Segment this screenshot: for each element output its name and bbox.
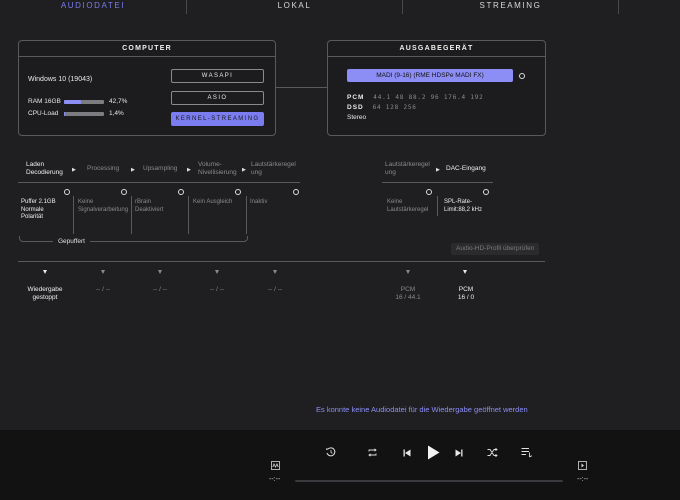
device-volume-radio-icon[interactable] (426, 189, 432, 195)
tab-divider (618, 0, 619, 14)
tab-lokal[interactable]: LOKAL (187, 0, 402, 14)
time-elapsed: --:-- (269, 476, 281, 483)
asio-button[interactable]: ASIO (171, 91, 264, 105)
channel-mode: Stereo (347, 114, 367, 121)
stage-marker-icon (215, 270, 219, 274)
device-volume-status: PCM 16 / 44.1 (395, 286, 421, 301)
computer-panel-title: COMPUTER (19, 41, 275, 57)
tab-streaming[interactable]: STREAMING (403, 0, 618, 14)
seek-bar[interactable] (295, 480, 563, 482)
ram-label: RAM 16GB (28, 98, 61, 105)
output-device-title: AUSGABEGERÄT (328, 41, 545, 57)
stage-marker-icon (158, 270, 162, 274)
computer-panel: COMPUTER Windows 10 (19043) RAM 16GB 42,… (18, 40, 276, 136)
os-version: Windows 10 (19043) (28, 76, 93, 83)
cpu-bar (64, 112, 104, 116)
stage-upsampling: Upsampling (143, 165, 178, 172)
volume-control-info: Inaktiv (250, 199, 268, 205)
arrow-right-icon: ▶ (72, 167, 76, 173)
dac-input-radio-icon[interactable] (483, 189, 489, 195)
volume-levelling-radio-icon[interactable] (235, 189, 241, 195)
pcm-rates: 44.1 48 88.2 96 176.4 192 (373, 94, 484, 101)
cpu-label: CPU-Load (28, 110, 59, 117)
status-divider (18, 261, 545, 262)
stage-marker-icon (406, 270, 410, 274)
decoding-radio-icon[interactable] (64, 189, 70, 195)
volume-control-radio-icon[interactable] (293, 189, 299, 195)
error-message: Es konnte keine Audiodatei für die Wiede… (316, 405, 528, 414)
pcm-rates-row: PCM 44.1 48 88.2 96 176.4 192 (347, 94, 484, 101)
shuffle-icon[interactable] (487, 447, 498, 459)
volume-levelling-status: -- / -- (209, 286, 225, 293)
dsd-rates-row: DSD 64 128 256 (347, 104, 417, 111)
output-device-select[interactable]: MADI (9-16) (RME HDSPe MADI FX) (347, 69, 513, 82)
dsd-label: DSD (347, 104, 364, 111)
dac-input-status: PCM 16 / 0 (457, 286, 475, 301)
processing-radio-icon[interactable] (121, 189, 127, 195)
pcm-label: PCM (347, 94, 365, 101)
stage-marker-icon (101, 270, 105, 274)
output-device-panel: AUSGABEGERÄT MADI (9-16) (RME HDSPe MADI… (327, 40, 546, 136)
dac-input-info: SPL-Rate- Limit:88,2 kHz (444, 199, 483, 213)
play-icon[interactable] (427, 445, 440, 462)
buffer-label: Gepuffert (53, 238, 90, 245)
wasapi-button[interactable]: WASAPI (171, 69, 264, 83)
stage-volume-control: Lautstärkeregel ung (251, 161, 296, 176)
volume-levelling-info: Kein Ausgleich (193, 199, 233, 205)
replay-icon[interactable] (325, 446, 337, 460)
repeat-icon[interactable] (367, 448, 378, 459)
arrow-right-icon: ▶ (187, 167, 191, 173)
device-stage-volume-control: Lautstärkeregel ung (385, 161, 430, 176)
cpu-bar-fill (64, 112, 65, 116)
column-divider (131, 196, 132, 234)
upsampling-radio-icon[interactable] (178, 189, 184, 195)
next-icon[interactable] (455, 449, 463, 459)
processing-status: -- / -- (95, 286, 111, 293)
column-divider (437, 196, 438, 216)
kernel-streaming-button[interactable]: KERNEL-STREAMING (171, 112, 264, 126)
upsampling-info: rBrain Deaktiviert (135, 199, 164, 213)
pipeline-divider (382, 182, 493, 183)
processing-info: Keine Signalverarbeitung (78, 199, 129, 213)
arrow-right-icon: ▶ (131, 167, 135, 173)
time-remaining: --:-- (577, 476, 589, 483)
volume-control-status: -- / -- (267, 286, 283, 293)
dsd-rates: 64 128 256 (372, 104, 417, 111)
stage-marker-icon (273, 270, 277, 274)
queue-icon[interactable] (521, 447, 533, 460)
column-divider (246, 196, 247, 234)
playback-status: Wiedergabe gestoppt (27, 286, 63, 301)
stage-marker-icon (463, 270, 467, 274)
stage-decoding: Laden Decodierung (26, 161, 63, 176)
check-audio-hd-profile-button[interactable]: Audio-HD-Profil überprüfen (451, 243, 540, 255)
tab-bar: AUDIODATEI LOKAL STREAMING (0, 0, 680, 14)
previous-icon[interactable] (403, 449, 411, 459)
upsampling-status: -- / -- (152, 286, 168, 293)
cpu-value: 1,4% (109, 110, 124, 117)
column-divider (73, 196, 74, 234)
ram-bar (64, 100, 104, 104)
stage-volume-levelling: Volume- Nivellisierung (198, 161, 237, 176)
stage-marker-icon (43, 270, 47, 274)
export-icon[interactable] (578, 461, 587, 472)
device-volume-info: Keine Lautstärkeregel (387, 199, 429, 213)
arrow-right-icon: ▶ (436, 167, 440, 173)
ram-bar-fill (64, 100, 82, 104)
tab-audiodatei[interactable]: AUDIODATEI (0, 0, 186, 14)
device-stage-dac-input: DAC-Eingang (446, 165, 486, 172)
pipeline-divider (18, 182, 300, 183)
waveform-icon[interactable] (271, 461, 280, 472)
stage-processing: Processing (87, 165, 120, 172)
connector-line (275, 87, 327, 88)
column-divider (188, 196, 189, 234)
player-bar: --:-- --:-- (0, 430, 680, 500)
decoding-info: Puffer 2.1GB Normale Polarität (21, 199, 56, 220)
ram-value: 42,7% (109, 98, 128, 105)
device-settings-radio-icon[interactable] (519, 73, 525, 79)
arrow-right-icon: ▶ (242, 167, 246, 173)
